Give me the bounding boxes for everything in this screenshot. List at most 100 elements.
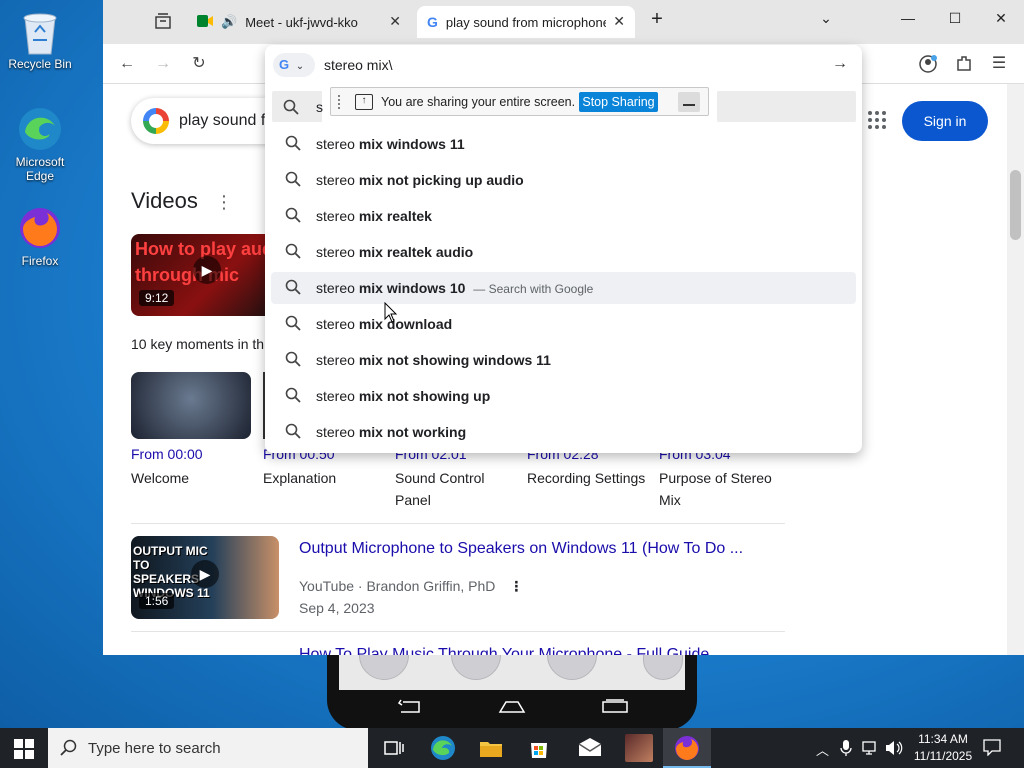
taskbar-search[interactable]: Type here to search xyxy=(48,728,368,768)
menu-icon[interactable]: ☰ xyxy=(989,54,1009,74)
reload-icon[interactable]: ↻ xyxy=(189,54,209,74)
screen-share-banner: ↑ You are sharing your entire screen. St… xyxy=(330,87,709,116)
key-moment[interactable]: From 03:04 Purpose of Stereo Mix xyxy=(659,443,789,511)
suggestion-text: stereo mix not working xyxy=(316,424,466,440)
suggestion-completion: mix not showing up xyxy=(358,388,491,404)
suggestion-hint: — Search with Google xyxy=(473,282,594,296)
videos-heading: Videos xyxy=(131,188,198,213)
omnibox-suggestion[interactable]: stereo mix not working xyxy=(271,416,856,448)
omnibox-input-row[interactable]: G ⌄ stereo mix\ → xyxy=(265,45,862,85)
extensions-icon[interactable] xyxy=(954,54,974,74)
drag-handle-icon[interactable] xyxy=(337,94,341,110)
close-tab-icon[interactable]: ✕ xyxy=(389,13,401,30)
omnibox-suggestion[interactable]: stereo mix realtek xyxy=(271,200,856,232)
suggestion-prefix: stereo xyxy=(316,352,355,368)
key-moment[interactable]: From 00:00 Welcome xyxy=(131,443,261,489)
search-icon xyxy=(60,739,77,756)
firefox-taskbar-button[interactable] xyxy=(663,728,711,768)
result-title-link[interactable]: How To Play Music Through Your Microphon… xyxy=(299,646,709,655)
moment-label: Explanation xyxy=(263,470,337,486)
more-options-icon[interactable]: ⋮ xyxy=(215,192,233,213)
tab-actions-icon[interactable] xyxy=(153,12,173,32)
result-title-link[interactable]: Output Microphone to Speakers on Windows… xyxy=(299,540,743,558)
volume-icon[interactable] xyxy=(885,740,903,759)
video-thumbnail[interactable]: How to play audio through mic ▶ 9:12 xyxy=(131,234,271,316)
suggestion-text: stereo mix not picking up audio xyxy=(316,172,524,188)
back-icon[interactable]: ← xyxy=(117,54,137,74)
network-icon[interactable] xyxy=(862,740,880,759)
mail-icon[interactable] xyxy=(576,734,604,762)
suggestion-prefix: stereo xyxy=(316,244,355,260)
omnibox-suggestion[interactable]: stereo mix windows 10 — Search with Goog… xyxy=(271,272,856,304)
phone-back-icon[interactable] xyxy=(397,698,423,718)
search-icon xyxy=(285,135,301,151)
omnibox-suggestion[interactable]: stereo mix download xyxy=(271,308,856,340)
divider xyxy=(131,631,785,632)
minimize-icon[interactable]: — xyxy=(898,10,918,30)
close-tab-icon[interactable]: ✕ xyxy=(613,13,625,30)
search-engine-selector[interactable]: G ⌄ xyxy=(273,53,315,77)
phone-home-icon[interactable] xyxy=(498,698,526,718)
suggestion-prefix: stereo xyxy=(316,388,355,404)
tab-meet[interactable]: 🔊 Meet - ukf-jwvd-kko ✕ xyxy=(187,6,411,38)
suggestion-completion: mix not picking up audio xyxy=(358,172,524,188)
moment-label: Sound Control Panel xyxy=(395,470,485,508)
windows-start-icon[interactable] xyxy=(14,739,34,764)
more-options-icon[interactable]: ⋮ xyxy=(509,578,523,594)
go-arrow-icon[interactable]: → xyxy=(832,55,848,73)
tab-google-search[interactable]: G play sound from microphone - ✕ xyxy=(417,6,635,38)
microsoft-store-icon[interactable] xyxy=(525,734,553,762)
page-scrollbar[interactable] xyxy=(1007,84,1024,655)
new-tab-icon[interactable]: + xyxy=(647,8,667,30)
close-window-icon[interactable]: ✕ xyxy=(991,10,1011,30)
moment-label: Welcome xyxy=(131,470,190,486)
omnibox-input[interactable]: stereo mix\ xyxy=(324,57,392,73)
video-duration: 1:56 xyxy=(139,593,175,609)
scrollbar-thumb[interactable] xyxy=(1010,170,1021,240)
google-icon: G xyxy=(279,57,290,72)
result-thumbnail[interactable]: OUTPUT MIC TO SPEAKERS WINDOWS 11 ▶ 1:56 xyxy=(131,536,279,619)
tab-list-chevron-icon[interactable]: ⌄ xyxy=(816,10,836,30)
sign-in-button[interactable]: Sign in xyxy=(902,101,988,141)
phone-recents-icon[interactable] xyxy=(601,698,629,718)
maximize-icon[interactable]: ☐ xyxy=(945,10,965,30)
edge-taskbar-icon[interactable] xyxy=(429,734,457,762)
app-thumbnail-icon[interactable] xyxy=(625,734,653,762)
forward-icon[interactable]: → xyxy=(153,54,173,74)
search-icon xyxy=(283,99,299,115)
omnibox-suggestion[interactable]: stereo mix windows 11 xyxy=(271,128,856,160)
suggestion-prefix: stereo xyxy=(316,316,355,332)
omnibox-suggestion[interactable]: stereo mix realtek audio xyxy=(271,236,856,268)
search-icon xyxy=(285,171,301,187)
suggestion-prefix: stereo xyxy=(316,172,355,188)
file-explorer-icon[interactable] xyxy=(477,734,505,762)
tab-bar: 🔊 Meet - ukf-jwvd-kko ✕ G play sound fro… xyxy=(103,0,1024,44)
google-apps-icon[interactable] xyxy=(868,111,886,129)
desktop-icon-label: Microsoft Edge xyxy=(15,155,65,183)
suggestion-search-row-partial[interactable]: s xyxy=(272,91,323,122)
suggestion-text: stereo mix realtek xyxy=(316,208,432,224)
system-clock[interactable]: 11:34 AM 11/11/2025 xyxy=(905,731,981,765)
minimize-banner-icon[interactable] xyxy=(678,92,700,112)
moment-thumbnail[interactable] xyxy=(131,372,251,439)
show-hidden-icons-chevron-icon[interactable]: ︿ xyxy=(816,740,829,759)
firefox-icon xyxy=(675,736,699,760)
notifications-icon[interactable] xyxy=(983,738,1001,759)
result-source-text: YouTube · Brandon Griffin, PhD xyxy=(299,578,496,594)
microphone-icon[interactable] xyxy=(840,740,852,759)
task-view-icon[interactable] xyxy=(380,734,408,762)
divider xyxy=(131,523,785,524)
omnibox-suggestion[interactable]: stereo mix not picking up audio xyxy=(271,164,856,196)
desktop-icon-microsoft-edge[interactable]: Microsoft Edge xyxy=(0,106,80,183)
key-moment[interactable]: From 02:01 Sound Control Panel xyxy=(395,443,505,511)
suggestion-prefix: stereo xyxy=(316,136,355,152)
desktop-icon-recycle-bin[interactable]: Recycle Bin xyxy=(0,8,80,71)
suggestion-text: stereo mix realtek audio xyxy=(316,244,473,260)
omnibox-suggestion[interactable]: stereo mix not showing windows 11 xyxy=(271,344,856,376)
profile-icon[interactable] xyxy=(918,54,938,74)
search-query: play sound f xyxy=(179,112,266,129)
omnibox-suggestion[interactable]: stereo mix not showing up xyxy=(271,380,856,412)
stop-sharing-button[interactable]: Stop Sharing xyxy=(579,92,658,112)
clock-time: 11:34 AM xyxy=(918,732,968,746)
desktop-icon-firefox[interactable]: Firefox xyxy=(0,205,80,268)
